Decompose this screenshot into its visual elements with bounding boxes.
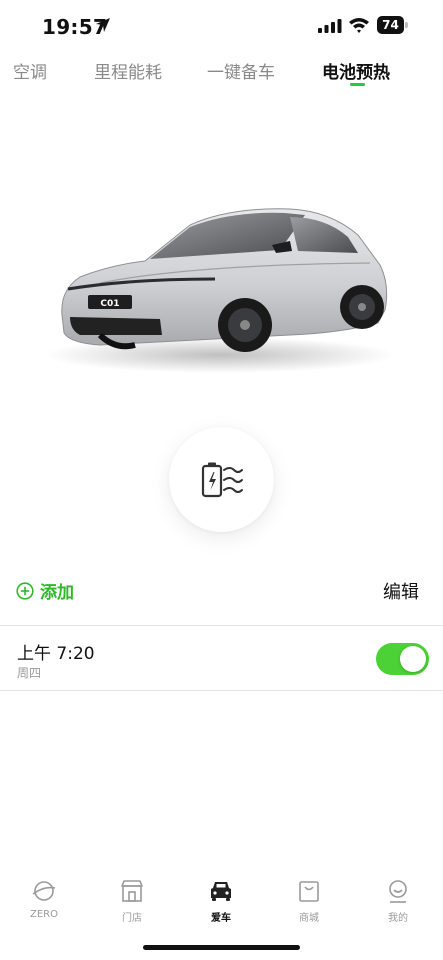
wifi-icon xyxy=(349,18,369,33)
nav-item-store[interactable]: 门店 xyxy=(97,878,167,924)
tab-one-key-prepare[interactable]: 一键备车 xyxy=(207,58,275,83)
schedule-toggle[interactable] xyxy=(376,643,429,675)
status-bar: 19:57 74 xyxy=(0,0,443,52)
tab-range-energy[interactable]: 里程能耗 xyxy=(94,58,162,83)
car-icon xyxy=(211,882,231,901)
add-schedule-button[interactable]: 添加 xyxy=(16,578,74,603)
location-arrow-icon xyxy=(96,18,110,32)
nav-label-my-car: 爱车 xyxy=(211,913,231,924)
add-circle-icon xyxy=(16,581,34,600)
profile-icon xyxy=(389,880,407,903)
bottom-navigation: ZERO 门店 爱车 商城 我的 xyxy=(0,870,443,930)
car-plate: C01 xyxy=(100,299,119,309)
function-tabs: 空调 里程能耗 一键备车 电池预热 xyxy=(0,52,443,98)
schedule-actions: 添加 编辑 xyxy=(0,568,443,612)
nav-label-mall: 商城 xyxy=(299,913,319,924)
shopping-bag-icon xyxy=(299,881,319,902)
active-tab-indicator xyxy=(350,83,365,86)
planet-icon xyxy=(32,881,56,901)
add-label: 添加 xyxy=(40,583,74,603)
divider xyxy=(0,690,443,691)
schedule-time: 上午 7:20 xyxy=(17,644,95,664)
tab-battery-preheat[interactable]: 电池预热 xyxy=(322,58,390,83)
nav-label-store: 门店 xyxy=(122,913,142,924)
battery-indicator: 74 xyxy=(377,16,408,34)
battery-preheat-button[interactable] xyxy=(169,427,274,532)
nav-label-profile: 我的 xyxy=(388,913,408,924)
cellular-signal-icon xyxy=(318,19,342,33)
schedule-day: 周四 xyxy=(17,666,42,680)
schedule-item[interactable]: 上午 7:20 周四 xyxy=(0,626,443,690)
nav-item-zero[interactable]: ZERO xyxy=(9,878,79,920)
battery-heat-icon xyxy=(201,462,243,497)
nav-item-profile[interactable]: 我的 xyxy=(363,878,433,924)
home-indicator xyxy=(143,945,300,950)
nav-item-my-car[interactable]: 爱车 xyxy=(186,878,256,924)
nav-item-mall[interactable]: 商城 xyxy=(274,878,344,924)
tab-air-conditioning[interactable]: 空调 xyxy=(13,58,47,83)
battery-level: 74 xyxy=(377,16,404,34)
battery-tip xyxy=(405,22,408,28)
nav-label-zero: ZERO xyxy=(30,909,58,920)
toggle-knob xyxy=(400,646,426,672)
store-icon xyxy=(121,880,143,902)
car-image: C01 xyxy=(45,208,395,373)
edit-button[interactable]: 编辑 xyxy=(383,578,419,604)
